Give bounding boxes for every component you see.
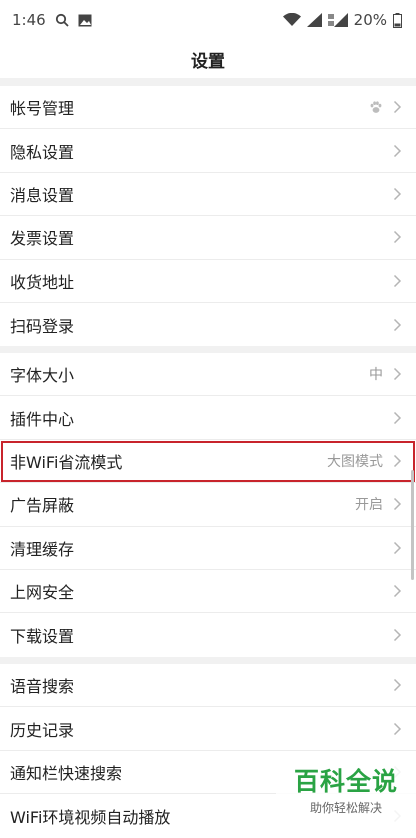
settings-row-invoice[interactable]: 发票设置 [0, 216, 416, 260]
row-label: 上网安全 [10, 583, 75, 603]
row-right [393, 541, 402, 555]
row-label: 语音搜索 [10, 677, 75, 697]
settings-row-account[interactable]: 帐号管理 [0, 86, 416, 130]
image-icon [78, 14, 92, 26]
settings-row-plugin-center[interactable]: 插件中心 [0, 396, 416, 440]
row-label: 广告屏蔽 [10, 496, 75, 516]
row-right: 中 [369, 364, 402, 384]
settings-row-web-security[interactable]: 上网安全 [0, 570, 416, 614]
row-right [393, 678, 402, 692]
chevron-right-icon [393, 411, 402, 424]
watermark-title: 百科全说 [293, 767, 398, 796]
row-label: 清理缓存 [10, 539, 75, 559]
settings-row-address[interactable]: 收货地址 [0, 260, 416, 303]
chevron-right-icon [393, 274, 402, 287]
chevron-right-icon [393, 231, 402, 244]
row-right [393, 722, 402, 736]
chevron-right-icon [393, 144, 402, 157]
row-right [393, 584, 402, 598]
chevron-right-icon [393, 187, 402, 200]
status-bar: 1:46 20% [0, 0, 416, 40]
row-label: 插件中心 [10, 409, 75, 429]
chevron-right-icon [393, 585, 402, 598]
row-value: 开启 [355, 497, 383, 514]
settings-row-message[interactable]: 消息设置 [0, 173, 416, 217]
settings-row-voice-search[interactable]: 语音搜索 [0, 664, 416, 708]
watermark-logo: 百科全说 助你轻松解决 [276, 758, 416, 822]
chevron-right-icon [393, 541, 402, 554]
row-label: 非WiFi省流模式 [10, 452, 123, 472]
row-label: WiFi环境视频自动播放 [10, 807, 171, 827]
settings-row-data-saving-mode[interactable]: 非WiFi省流模式 大图模式 [0, 440, 416, 484]
settings-row-ad-block[interactable]: 广告屏蔽 开启 [0, 483, 416, 527]
status-bar-right: 20% [282, 11, 402, 29]
wifi-icon [282, 13, 301, 26]
row-right [393, 318, 402, 332]
settings-row-privacy[interactable]: 隐私设置 [0, 129, 416, 173]
app-header: 设置 [0, 40, 416, 78]
signal-icon [306, 13, 322, 27]
paw-icon [370, 101, 382, 113]
row-right [393, 187, 402, 201]
chevron-right-icon [393, 368, 402, 381]
row-right [369, 100, 402, 114]
row-right [393, 144, 402, 158]
settings-row-download[interactable]: 下载设置 [0, 613, 416, 656]
row-value: 中 [369, 367, 383, 384]
chevron-right-icon [393, 454, 402, 467]
row-right: 开启 [355, 494, 402, 514]
chevron-right-icon [393, 629, 402, 642]
row-right [393, 274, 402, 288]
status-time: 1:46 [12, 11, 46, 29]
settings-row-history[interactable]: 历史记录 [0, 707, 416, 751]
scrollbar[interactable] [411, 470, 414, 580]
settings-row-scan-login[interactable]: 扫码登录 [0, 303, 416, 346]
battery-percent: 20% [353, 11, 387, 29]
row-value: 大图模式 [327, 453, 383, 470]
search-icon [55, 13, 69, 27]
watermark-subtitle: 助你轻松解决 [309, 801, 382, 815]
row-right [393, 628, 402, 642]
settings-row-font-size[interactable]: 字体大小 中 [0, 353, 416, 397]
row-label: 字体大小 [10, 366, 75, 386]
settings-group-browsing: 字体大小 中 插件中心 非WiFi省流模式 大图模式 广告屏蔽 开启 清理缓存 … [0, 353, 416, 657]
row-right: 大图模式 [327, 451, 402, 471]
row-right [393, 230, 402, 244]
chevron-right-icon [393, 318, 402, 331]
chevron-right-icon [393, 498, 402, 511]
chevron-right-icon [393, 101, 402, 114]
row-label: 通知栏快速搜索 [10, 763, 123, 783]
row-label: 下载设置 [10, 627, 75, 647]
chevron-right-icon [393, 722, 402, 735]
row-label: 消息设置 [10, 185, 75, 205]
row-label: 帐号管理 [10, 99, 75, 119]
chevron-right-icon [393, 679, 402, 692]
signal-4g-icon [327, 13, 348, 27]
battery-icon [393, 12, 402, 28]
row-label: 历史记录 [10, 720, 75, 740]
settings-group-account: 帐号管理 隐私设置 消息设置 发票设置 收货地址 扫码登录 [0, 86, 416, 347]
row-label: 扫码登录 [10, 316, 75, 336]
settings-row-clear-cache[interactable]: 清理缓存 [0, 527, 416, 570]
row-label: 发票设置 [10, 229, 75, 249]
row-right [393, 411, 402, 425]
row-label: 隐私设置 [10, 142, 75, 162]
page-title: 设置 [191, 51, 225, 72]
status-bar-left: 1:46 [12, 11, 92, 29]
row-label: 收货地址 [10, 272, 75, 292]
